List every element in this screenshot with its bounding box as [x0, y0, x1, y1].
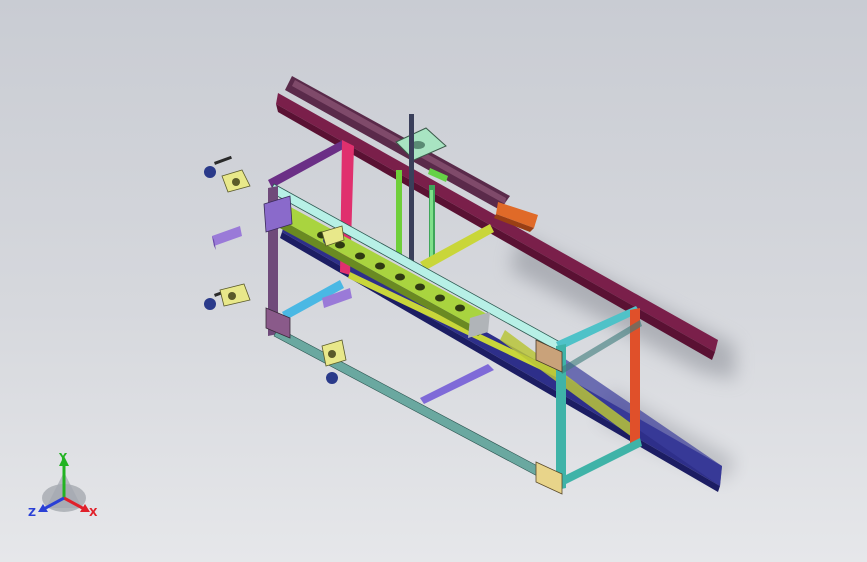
leveling-foot-mid-left[interactable] — [204, 283, 251, 310]
leveling-foot-top-left[interactable] — [204, 155, 251, 193]
axis-label-z: Z — [28, 506, 36, 519]
frame-assembly-model[interactable]: Y X Z — [0, 0, 867, 562]
axis-label-x: X — [89, 506, 98, 519]
axis-label-y: Y — [58, 451, 68, 464]
axis-triad: Y X Z — [28, 451, 98, 519]
cad-graphics-viewport[interactable]: Y X Z — [0, 0, 867, 562]
perforated-bar[interactable] — [265, 198, 487, 336]
